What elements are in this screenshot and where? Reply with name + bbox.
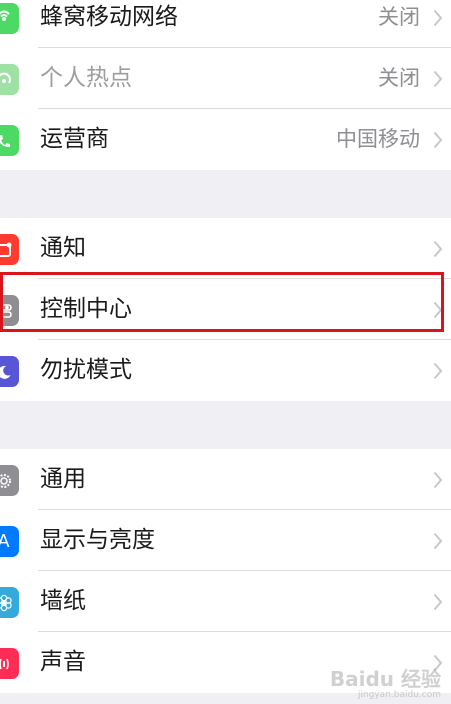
settings-row-cellular[interactable]: 蜂窝移动网络 关闭 [0, 0, 451, 48]
settings-row-label: 墙纸 [40, 588, 86, 614]
settings-row-do-not-disturb[interactable]: 勿扰模式 [0, 340, 451, 401]
chevron-right-icon [431, 571, 445, 632]
gear-icon [0, 465, 19, 496]
chevron-right-icon [431, 279, 445, 340]
display-icon-glyph: A [0, 531, 10, 551]
sound-icon [0, 648, 19, 679]
control-center-icon [0, 295, 19, 326]
cellular-icon [0, 3, 19, 34]
settings-row-value: 关闭 [378, 66, 420, 90]
chevron-right-icon [431, 510, 445, 571]
network-group: 蜂窝移动网络 关闭 个人热点 关闭 运营商 中国移动 [0, 0, 451, 170]
settings-row-label: 蜂窝移动网络 [40, 4, 178, 30]
settings-screen: 蜂窝移动网络 关闭 个人热点 关闭 运营商 中国移动 通知 控制中心 勿扰模式 … [0, 0, 451, 704]
general-group: 通用 A 显示与亮度 墙纸 声音 [0, 449, 451, 693]
settings-row-label: 控制中心 [40, 296, 132, 322]
notifications-icon [0, 234, 19, 265]
hotspot-icon [0, 64, 19, 95]
chevron-right-icon [431, 48, 445, 109]
settings-row-label: 运营商 [40, 126, 109, 152]
settings-row-label: 通用 [40, 466, 86, 492]
settings-row-label: 显示与亮度 [40, 527, 155, 553]
watermark-sub: jingyan.baidu.com [357, 690, 441, 700]
chevron-right-icon [431, 218, 445, 279]
settings-row-label: 通知 [40, 235, 86, 261]
wallpaper-icon [0, 587, 19, 618]
settings-row-carrier[interactable]: 运营商 中国移动 [0, 109, 451, 170]
settings-row-control-center[interactable]: 控制中心 [0, 279, 451, 340]
system-group: 通知 控制中心 勿扰模式 [0, 218, 451, 401]
phone-icon [0, 125, 19, 156]
settings-row-notifications[interactable]: 通知 [0, 218, 451, 279]
settings-row-hotspot[interactable]: 个人热点 关闭 [0, 48, 451, 109]
settings-row-label: 勿扰模式 [40, 357, 132, 383]
display-icon: A [0, 526, 19, 557]
chevron-right-icon [431, 109, 445, 170]
chevron-right-icon [431, 449, 445, 510]
settings-row-value: 中国移动 [336, 127, 420, 151]
watermark-text: Baidu 经验 [329, 667, 441, 691]
settings-row-label: 个人热点 [40, 65, 132, 91]
chevron-right-icon [431, 0, 445, 48]
settings-row-general[interactable]: 通用 [0, 449, 451, 510]
watermark: Baidu 经验 jingyan.baidu.com [330, 669, 441, 700]
settings-row-value: 关闭 [378, 5, 420, 29]
settings-row-display[interactable]: A 显示与亮度 [0, 510, 451, 571]
settings-row-wallpaper[interactable]: 墙纸 [0, 571, 451, 632]
moon-icon [0, 356, 19, 387]
settings-row-label: 声音 [40, 649, 86, 675]
chevron-right-icon [431, 340, 445, 401]
